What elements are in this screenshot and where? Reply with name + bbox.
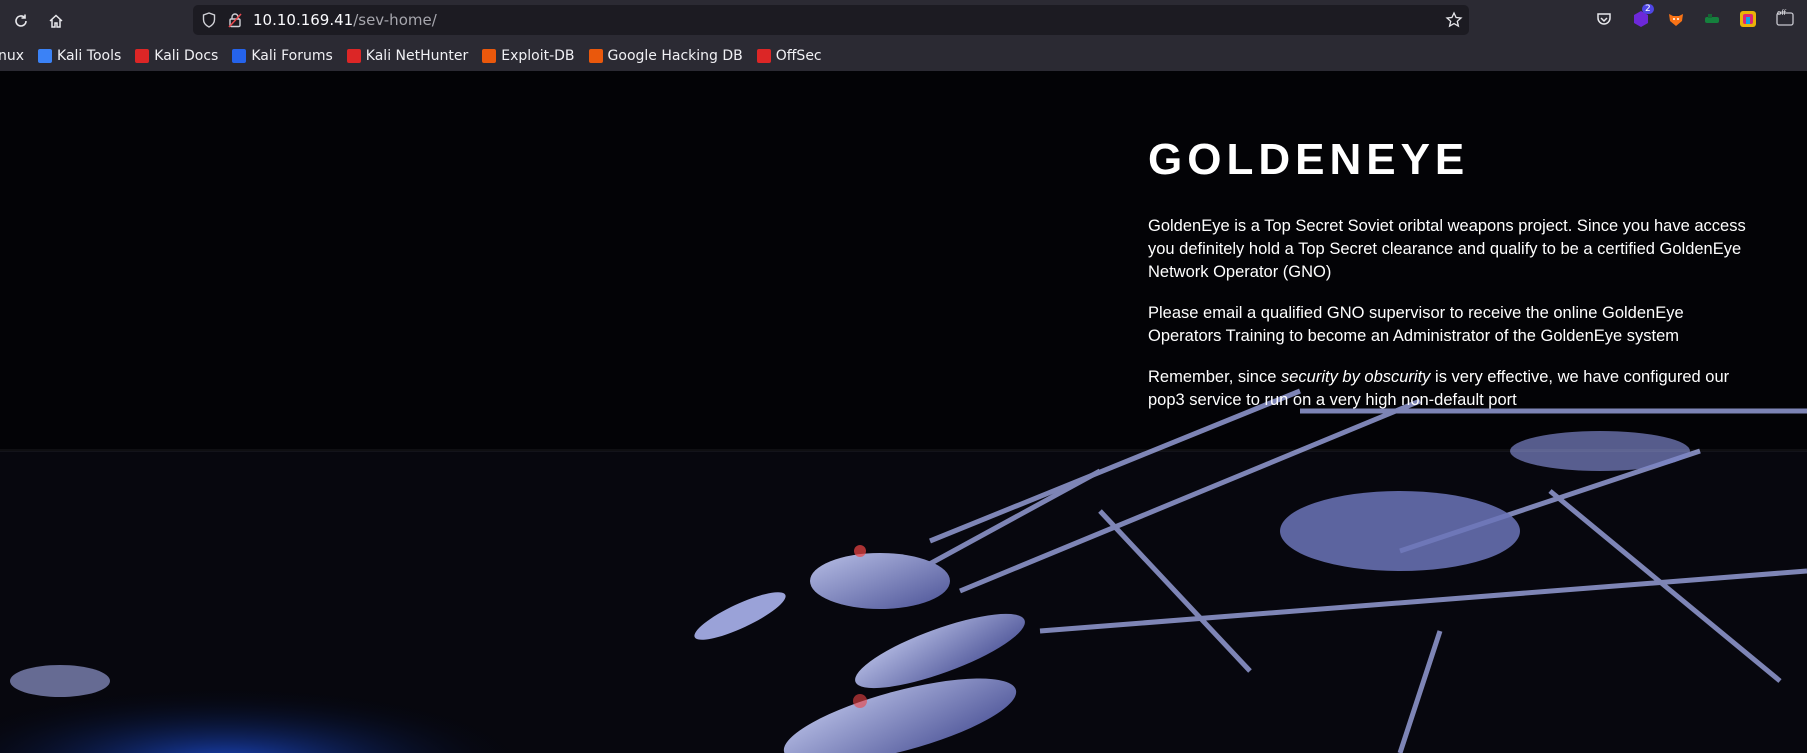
bookmark-favicon-icon: [756, 49, 771, 63]
bookmark-label: OffSec: [775, 48, 822, 64]
bookmarks-bar: nux Kali Tools Kali Docs Kali Forums Kali Ne…: [0, 42, 1807, 70]
bookmark-label: Kali Forums: [251, 48, 333, 64]
shield-icon[interactable]: [200, 11, 218, 29]
bookmark-favicon-icon: [232, 49, 247, 63]
extension-badge: 2: [1642, 4, 1654, 14]
bookmark-item[interactable]: Google Hacking DB: [588, 48, 743, 64]
web-page: GOLDENEYE GoldenEye is a Top Secret Sovi…: [0, 71, 1807, 753]
bookmark-label: nux: [0, 48, 25, 64]
extension-purple-icon[interactable]: 2: [1630, 4, 1654, 30]
extension-fox-icon[interactable]: [1665, 8, 1687, 30]
bookmark-label: Kali Docs: [154, 48, 219, 64]
bookmark-label: Exploit-DB: [501, 48, 575, 64]
url-host: 10.10.169.41: [253, 11, 354, 29]
extension-off-label: off: [1777, 9, 1787, 17]
extension-off-icon[interactable]: off: [1774, 8, 1796, 30]
bookmark-item[interactable]: Kali Forums: [232, 48, 333, 64]
bookmark-item[interactable]: OffSec: [756, 48, 822, 64]
bookmark-item[interactable]: Kali Tools: [38, 48, 121, 64]
bookmark-label: Google Hacking DB: [607, 48, 743, 64]
bookmark-label: Kali NetHunter: [365, 48, 469, 64]
browser-toolbar: 10.10.169.41/sev-home/ 2 off nux Kali Too…: [0, 0, 1807, 71]
url-text[interactable]: 10.10.169.41/sev-home/: [253, 11, 437, 29]
bookmark-item[interactable]: Exploit-DB: [482, 48, 575, 64]
pocket-icon[interactable]: [1593, 8, 1615, 30]
page-title: GOLDENEYE: [1148, 135, 1470, 184]
main-content: GOLDENEYE GoldenEye is a Top Secret Sovi…: [1148, 135, 1760, 430]
bookmark-item[interactable]: Kali Docs: [135, 48, 218, 64]
intro-paragraph: GoldenEye is a Top Secret Soviet oribtal…: [1148, 217, 1746, 281]
reload-icon[interactable]: [8, 8, 34, 34]
extension-rainbow-icon[interactable]: [1737, 8, 1759, 30]
bookmark-item[interactable]: nux: [0, 48, 24, 64]
pop3-note-paragraph: Remember, since security by obscurity is…: [1148, 366, 1760, 412]
url-path: /sev-home/: [353, 11, 437, 29]
bookmark-favicon-icon: [588, 49, 603, 63]
pop3-note-before: Remember, since: [1148, 368, 1281, 386]
bookmark-label: Kali Tools: [57, 48, 122, 64]
extension-green-icon[interactable]: [1701, 8, 1723, 30]
bookmark-item[interactable]: Kali NetHunter: [346, 48, 469, 64]
bookmark-star-icon[interactable]: [1445, 11, 1463, 29]
insecure-lock-icon[interactable]: [226, 11, 244, 29]
bookmark-favicon-icon: [482, 49, 497, 63]
instructions-paragraph: Please email a qualified GNO supervisor …: [1148, 304, 1684, 345]
home-icon[interactable]: [43, 8, 69, 34]
pop3-note-emphasis: security by obscurity: [1280, 368, 1431, 386]
bookmark-favicon-icon: [135, 49, 150, 63]
bookmark-favicon-icon: [346, 49, 361, 63]
url-bar[interactable]: 10.10.169.41/sev-home/: [193, 5, 1469, 35]
bookmark-favicon-icon: [38, 49, 53, 63]
